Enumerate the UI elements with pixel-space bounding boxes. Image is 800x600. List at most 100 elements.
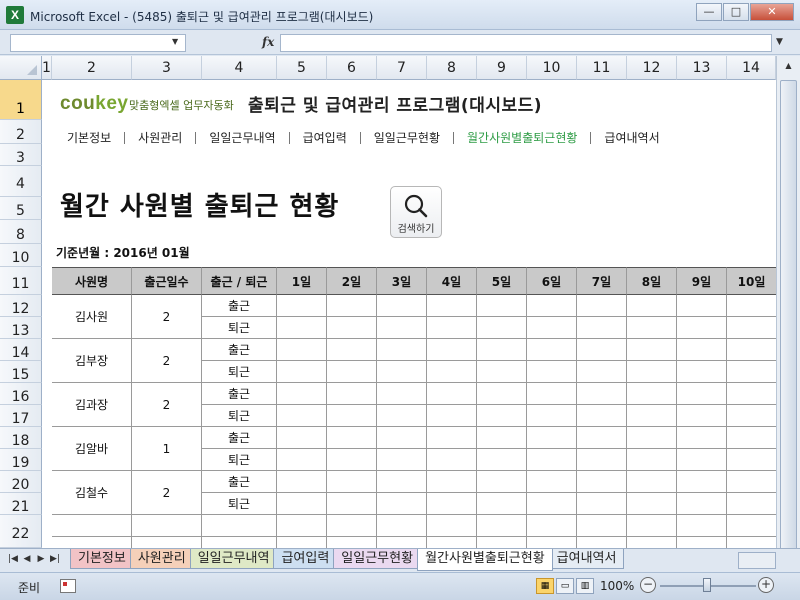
day-time-cell[interactable]: [527, 427, 577, 449]
minimize-button[interactable]: —: [696, 3, 722, 21]
empty-cell[interactable]: [277, 515, 327, 537]
table-header-cell[interactable]: 7일: [577, 267, 627, 295]
row-header[interactable]: 12: [0, 295, 42, 317]
name-box[interactable]: [10, 34, 186, 52]
row-header[interactable]: 15: [0, 361, 42, 383]
sheet-tab[interactable]: 일일근무현황: [333, 549, 422, 569]
sheet-tab[interactable]: 급여입력: [273, 549, 338, 569]
day-time-cell[interactable]: [377, 361, 427, 383]
empty-cell[interactable]: [577, 515, 627, 537]
day-time-cell[interactable]: [677, 317, 727, 339]
day-time-cell[interactable]: [277, 317, 327, 339]
day-time-cell[interactable]: [427, 427, 477, 449]
search-button[interactable]: 검색하기: [390, 186, 442, 238]
clock-in-label-cell[interactable]: 출근: [202, 471, 277, 493]
empty-cell[interactable]: [527, 537, 577, 548]
empty-cell[interactable]: [52, 537, 132, 548]
day-time-cell[interactable]: [627, 493, 677, 515]
empty-cell[interactable]: [327, 515, 377, 537]
clock-in-label-cell[interactable]: 출근: [202, 427, 277, 449]
day-time-cell[interactable]: [427, 383, 477, 405]
column-header[interactable]: 9: [477, 56, 527, 80]
table-header-cell[interactable]: 8일: [627, 267, 677, 295]
work-days-cell[interactable]: 2: [132, 383, 202, 427]
day-time-cell[interactable]: [577, 295, 627, 317]
horizontal-scrollbar[interactable]: [738, 552, 776, 569]
empty-cell[interactable]: [727, 515, 777, 537]
day-time-cell[interactable]: [277, 295, 327, 317]
day-time-cell[interactable]: [527, 339, 577, 361]
day-time-cell[interactable]: [577, 405, 627, 427]
table-header-cell[interactable]: 출근일수: [132, 267, 202, 295]
table-header-cell[interactable]: 2일: [327, 267, 377, 295]
empty-cell[interactable]: [727, 537, 777, 548]
clock-out-label-cell[interactable]: 퇴근: [202, 317, 277, 339]
next-sheet-icon[interactable]: ▶: [34, 554, 48, 564]
empty-cell[interactable]: [377, 515, 427, 537]
row-header[interactable]: 2: [0, 120, 42, 144]
empty-cell[interactable]: [377, 537, 427, 548]
nav-item[interactable]: 급여내역서: [591, 132, 672, 144]
day-time-cell[interactable]: [727, 317, 777, 339]
day-time-cell[interactable]: [577, 493, 627, 515]
day-time-cell[interactable]: [277, 427, 327, 449]
day-time-cell[interactable]: [377, 339, 427, 361]
zoom-in-button[interactable]: +: [758, 577, 774, 593]
empty-cell[interactable]: [132, 537, 202, 548]
day-time-cell[interactable]: [627, 295, 677, 317]
day-time-cell[interactable]: [577, 449, 627, 471]
day-time-cell[interactable]: [627, 449, 677, 471]
zoom-out-button[interactable]: −: [640, 577, 656, 593]
column-header[interactable]: 8: [427, 56, 477, 80]
day-time-cell[interactable]: [377, 317, 427, 339]
day-time-cell[interactable]: [377, 493, 427, 515]
row-header[interactable]: 19: [0, 449, 42, 471]
day-time-cell[interactable]: [377, 295, 427, 317]
nav-item[interactable]: 기본정보: [54, 132, 126, 144]
row-header[interactable]: 18: [0, 427, 42, 449]
empty-cell[interactable]: [677, 537, 727, 548]
day-time-cell[interactable]: [627, 405, 677, 427]
empty-cell[interactable]: [427, 515, 477, 537]
nav-item[interactable]: 사원관리: [125, 132, 197, 144]
day-time-cell[interactable]: [427, 361, 477, 383]
day-time-cell[interactable]: [627, 339, 677, 361]
maximize-button[interactable]: □: [723, 3, 749, 21]
day-time-cell[interactable]: [327, 317, 377, 339]
day-time-cell[interactable]: [527, 449, 577, 471]
day-time-cell[interactable]: [677, 295, 727, 317]
day-time-cell[interactable]: [627, 361, 677, 383]
column-header[interactable]: 13: [677, 56, 727, 80]
clock-out-label-cell[interactable]: 퇴근: [202, 493, 277, 515]
table-header-cell[interactable]: 1일: [277, 267, 327, 295]
day-time-cell[interactable]: [477, 317, 527, 339]
day-time-cell[interactable]: [427, 405, 477, 427]
day-time-cell[interactable]: [577, 427, 627, 449]
empty-cell[interactable]: [477, 537, 527, 548]
last-sheet-icon[interactable]: ▶|: [48, 554, 62, 564]
table-header-cell[interactable]: 10일: [727, 267, 777, 295]
empty-cell[interactable]: [132, 515, 202, 537]
day-time-cell[interactable]: [327, 295, 377, 317]
day-time-cell[interactable]: [677, 449, 727, 471]
row-header[interactable]: 10: [0, 244, 42, 267]
day-time-cell[interactable]: [727, 493, 777, 515]
clock-out-label-cell[interactable]: 퇴근: [202, 405, 277, 427]
column-header[interactable]: 4: [202, 56, 277, 80]
column-header[interactable]: 10: [527, 56, 577, 80]
expand-formula-bar-icon[interactable]: ▼: [776, 37, 783, 47]
day-time-cell[interactable]: [677, 383, 727, 405]
row-header[interactable]: 22: [0, 515, 42, 548]
table-header-cell[interactable]: 3일: [377, 267, 427, 295]
row-header[interactable]: 4: [0, 166, 42, 197]
formula-input[interactable]: [280, 34, 772, 52]
table-header-cell[interactable]: 6일: [527, 267, 577, 295]
day-time-cell[interactable]: [277, 383, 327, 405]
nav-item[interactable]: 일일근무내역: [196, 132, 290, 144]
day-time-cell[interactable]: [727, 471, 777, 493]
day-time-cell[interactable]: [677, 361, 727, 383]
column-header[interactable]: 11: [577, 56, 627, 80]
row-header[interactable]: 5: [0, 197, 42, 220]
day-time-cell[interactable]: [277, 361, 327, 383]
column-header[interactable]: 2: [52, 56, 132, 80]
